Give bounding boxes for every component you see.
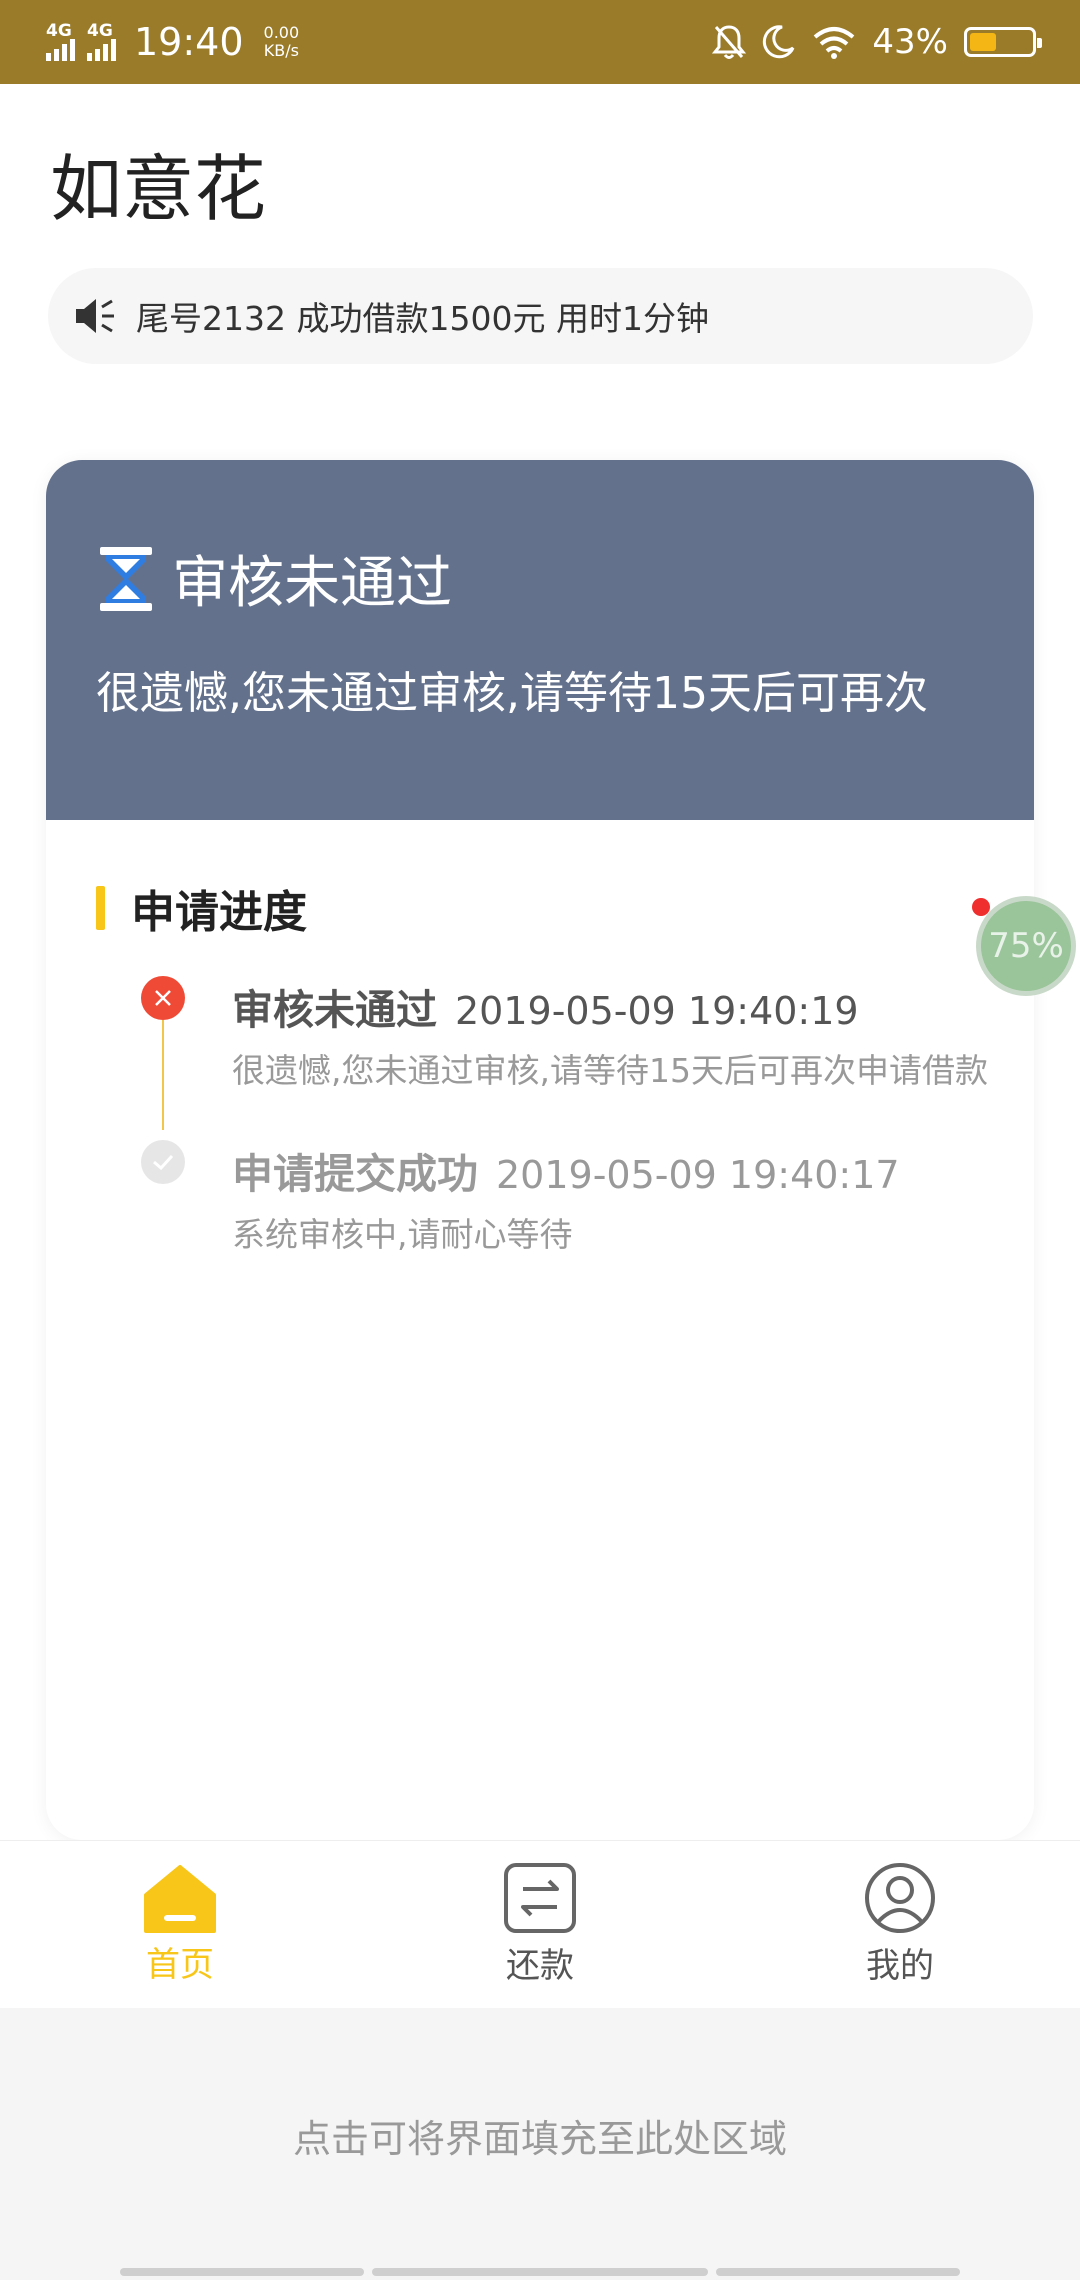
timeline-description: 很遗憾,您未通过审核,请等待15天后可再次申请借款	[232, 1051, 988, 1090]
bottom-tab-bar: 首页 还款 我的	[0, 1840, 1080, 2008]
review-result-header: 审核未通过 很遗憾,您未通过审核,请等待15天后可再次	[46, 460, 1034, 820]
tab-repay-label: 还款	[506, 1946, 574, 1986]
moon-icon	[763, 25, 795, 59]
signal-1: 4G	[46, 23, 75, 61]
signal-1-label: 4G	[46, 21, 72, 41]
navigation-gesture-bar	[0, 2268, 1080, 2280]
timeline-description: 系统审核中,请耐心等待	[232, 1215, 573, 1254]
close-circle-icon	[141, 976, 185, 1020]
notice-bar[interactable]: 尾号2132 成功借款1500元 用时1分钟	[48, 268, 1033, 364]
status-bar: 4G 4G 19:40 0.00 KB/s 43%	[0, 0, 1080, 84]
clock: 19:40	[134, 20, 244, 64]
timeline-status: 审核未通过	[232, 986, 437, 1034]
timeline-item: 审核未通过 2019-05-09 19:40:19 很遗憾,您未通过审核,请等待…	[46, 976, 1034, 1140]
timeline-item: 申请提交成功 2019-05-09 19:40:17 系统审核中,请耐心等待	[46, 1140, 1034, 1256]
timeline-time: 2019-05-09 19:40:17	[496, 1153, 900, 1197]
battery-percent: 43%	[872, 22, 948, 62]
review-result-description: 很遗憾,您未通过审核,请等待15天后可再次	[96, 668, 928, 719]
wifi-icon	[814, 27, 855, 59]
notification-dot	[972, 898, 990, 916]
timeline-time: 2019-05-09 19:40:19	[455, 989, 859, 1033]
page-title: 如意花	[50, 147, 267, 231]
notice-text: 尾号2132 成功借款1500元 用时1分钟	[136, 299, 709, 338]
network-speed-unit: KB/s	[263, 41, 299, 60]
mute-bell-icon	[712, 25, 747, 59]
floating-assistant-ball[interactable]: 75%	[976, 896, 1076, 996]
tab-home[interactable]: 首页	[80, 1863, 280, 1986]
check-circle-icon	[141, 1140, 185, 1184]
battery-level	[970, 33, 996, 51]
home-icon	[144, 1865, 216, 1933]
application-status-card: 审核未通过 很遗憾,您未通过审核,请等待15天后可再次 申请进度 审核未通过 2…	[46, 460, 1034, 1840]
tab-mine[interactable]: 我的	[800, 1862, 1000, 1987]
tab-mine-label: 我的	[866, 1946, 934, 1986]
screen-fill-area[interactable]: 点击可将界面填充至此处区域	[0, 2008, 1080, 2280]
battery-icon	[964, 27, 1042, 57]
review-result-title: 审核未通过	[172, 551, 452, 616]
repay-icon	[504, 1863, 576, 1933]
progress-title: 申请进度	[131, 887, 307, 938]
hourglass-icon	[100, 546, 152, 611]
signal-2-label: 4G	[87, 21, 113, 41]
signal-bars-icon	[46, 39, 75, 61]
signal-2: 4G	[87, 23, 116, 61]
tab-home-label: 首页	[146, 1945, 214, 1985]
progress-section-header: 申请进度	[96, 876, 1034, 940]
network-speed-value: 0.00	[263, 23, 300, 42]
fill-area-hint: 点击可将界面填充至此处区域	[292, 2117, 787, 2161]
progress-timeline: 审核未通过 2019-05-09 19:40:19 很遗憾,您未通过审核,请等待…	[46, 976, 1034, 1256]
floating-ball-label: 75%	[988, 926, 1064, 966]
user-icon	[865, 1863, 935, 1933]
signal-bars-icon	[87, 39, 116, 61]
timeline-status: 申请提交成功	[232, 1150, 478, 1198]
section-accent-bar	[96, 886, 105, 930]
speaker-icon	[76, 299, 114, 333]
network-speed: 0.00 KB/s	[264, 24, 300, 60]
tab-repay[interactable]: 还款	[440, 1862, 640, 1987]
